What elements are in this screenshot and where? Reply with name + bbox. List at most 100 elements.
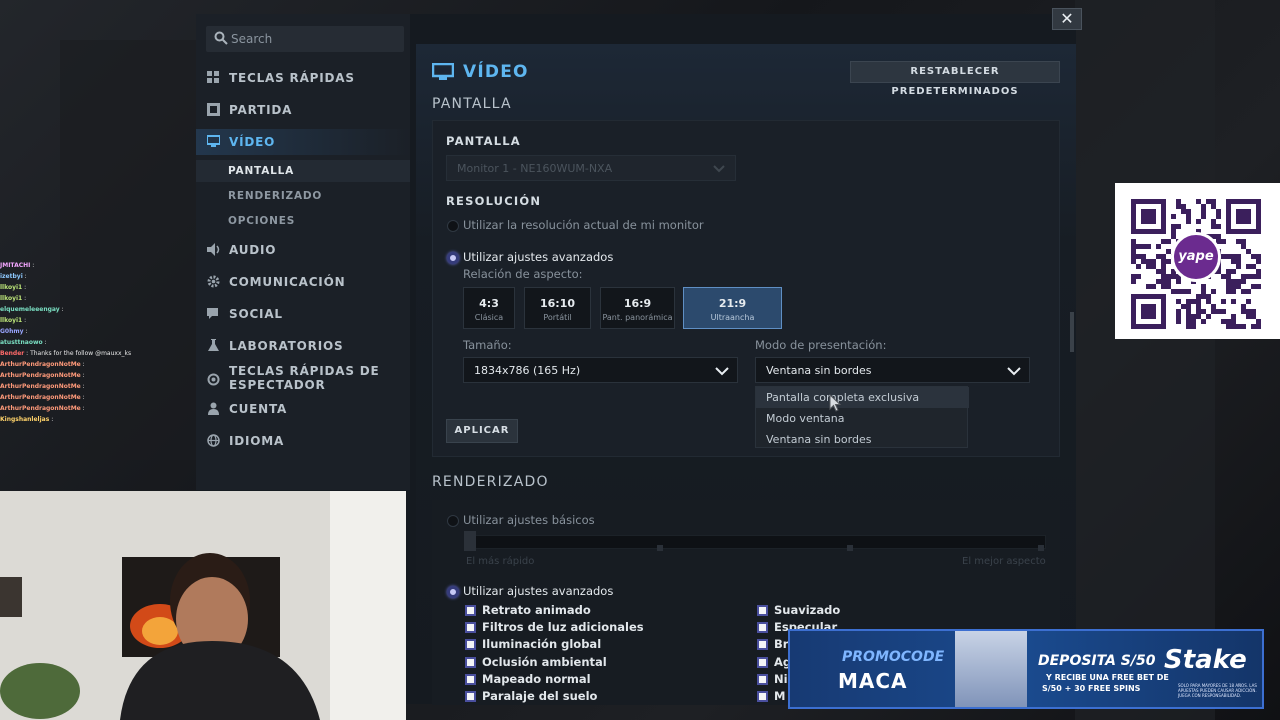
sidebar-subitem-renderizado[interactable]: RENDERIZADO [196,185,410,207]
ratio-16-9-button[interactable]: 16:9 Pant. panorámica [600,287,675,329]
chat-line: llkoyi1 : [0,284,27,291]
chat-user: ArthurPendragonNotMe [0,405,81,412]
speaker-icon [207,243,220,256]
banner-line2: S/50 + 30 FREE SPINS [1042,684,1141,693]
checkbox-label: Mapeado normal [482,672,591,686]
checkbox-label: Retrato animado [482,603,591,617]
option-label: Ventana sin bordes [766,433,872,446]
checkbox[interactable] [757,605,768,616]
banner-line1: Y RECIBE UNA FREE BET DE [1046,673,1169,682]
chat-line: llkoyi1 : [0,295,27,302]
quality-slider[interactable] [466,535,1046,549]
checkbox[interactable] [465,674,476,685]
webcam-scene [0,491,406,720]
sidebar-item-labs[interactable]: LABORATORIOS [196,333,410,359]
checkbox[interactable] [757,639,768,650]
chat-line: ArthurPendragonNotMe : [0,405,85,412]
ratio-caption: Clásica [474,313,504,322]
ratio-16-10-button[interactable]: 16:10 Portátil [524,287,591,329]
size-select-value: 1834x786 (165 Hz) [474,364,581,377]
sidebar-item-communication[interactable]: COMUNICACIÓN [196,269,410,295]
sidebar-item-label: AUDIO [229,243,277,257]
sidebar-item-label: PARTIDA [229,103,293,117]
radio-basic-render-label: Utilizar ajustes básicos [463,513,595,527]
search-placeholder: Search [231,32,273,46]
chat-user: llkoyi1 [0,284,23,291]
scrollbar[interactable] [1070,312,1074,352]
sidebar-subitem-pantalla[interactable]: PANTALLA [196,160,410,182]
sidebar-subitem-label: OPCIONES [228,215,296,227]
quality-slider-thumb[interactable] [464,531,476,551]
search-icon [214,31,228,45]
sidebar-item-label: VÍDEO [229,135,276,149]
radio-advanced-render-label: Utilizar ajustes avanzados [463,584,614,598]
ratio-value: 16:9 [623,297,652,310]
radio-current-resolution[interactable] [447,220,459,232]
size-select[interactable]: 1834x786 (165 Hz) [463,357,738,383]
sidebar-item-account[interactable]: CUENTA [196,396,410,422]
display-mode-option[interactable]: Ventana sin bordes [756,429,969,450]
sidebar-item-audio[interactable]: AUDIO [196,237,410,263]
display-mode-dropdown: Pantalla completa exclusiva Modo ventana… [755,386,969,450]
sidebar-item-video[interactable]: VÍDEO [196,129,410,155]
sidebar-item-language[interactable]: IDIOMA [196,428,410,454]
checkbox-label: Br [774,637,789,651]
chat-line: JMITACHI : [0,262,35,269]
checkbox[interactable] [757,674,768,685]
chevron-down-icon [715,367,729,376]
ratio-21-9-button[interactable]: 21:9 Ultraancha [683,287,782,329]
chat-line: G0hmy : [0,328,28,335]
ratio-4-3-button[interactable]: 4:3 Clásica [463,287,515,329]
monitor-select[interactable]: Monitor 1 - NE160WUM-NXA [446,155,736,181]
spectator-icon [207,373,220,386]
radio-advanced-render[interactable] [447,586,459,598]
chat-icon [207,308,218,319]
sidebar-item-hotkeys[interactable]: TECLAS RÁPIDAS [196,65,410,91]
chat-line: llkoyi1 : [0,317,27,324]
chat-line: elquemeleeengay : [0,306,64,313]
chat-user: izetbyi [0,273,23,280]
page-title: VÍDEO [463,62,529,82]
grid-icon [207,71,219,83]
ratio-caption: Pant. panorámica [602,313,673,322]
banner-code: MACA [838,669,908,693]
monitor-select-value: Monitor 1 - NE160WUM-NXA [457,162,613,175]
chat-user: Bender [0,350,25,357]
checkbox[interactable] [757,691,768,702]
chat-user: ArthurPendragonNotMe [0,394,81,401]
checkbox[interactable] [465,605,476,616]
close-button[interactable]: ✕ [1052,8,1082,30]
checkbox[interactable] [465,691,476,702]
ratio-value: 4:3 [479,297,499,310]
slider-low-label: El más rápido [466,556,535,567]
sidebar-item-label: IDIOMA [229,434,285,448]
reset-defaults-button[interactable]: RESTABLECER PREDETERMINADOS [850,61,1060,97]
sidebar-item-social[interactable]: SOCIAL [196,301,410,327]
sidebar-item-spectator-hotkeys[interactable]: TECLAS RÁPIDAS DE ESPECTADOR [196,364,410,394]
checkbox-label: Iluminación global [482,637,602,651]
sidebar-item-label: SOCIAL [229,307,283,321]
sidebar-item-game[interactable]: PARTIDA [196,97,410,123]
checkbox[interactable] [465,639,476,650]
slider-high-label: El mejor aspecto [962,556,1046,567]
apply-button[interactable]: APLICAR [446,419,518,443]
size-label: Tamaño: [463,338,512,352]
display-mode-option[interactable]: Modo ventana [756,408,969,429]
ratio-caption: Ultraancha [710,313,755,322]
radio-advanced-resolution[interactable] [447,252,459,264]
display-mode-label: Modo de presentación: [755,338,887,352]
search-input[interactable]: Search [206,26,404,52]
sidebar-subitem-opciones[interactable]: OPCIONES [196,210,410,232]
chat-line: ArthurPendragonNotMe : [0,383,85,390]
ratio-caption: Portátil [543,313,572,322]
checkbox[interactable] [757,622,768,633]
chat-line: ArthurPendragonNotMe : [0,361,85,368]
checkbox[interactable] [465,657,476,668]
checkbox[interactable] [757,657,768,668]
checkbox[interactable] [465,622,476,633]
radio-basic-render[interactable] [447,515,459,527]
display-mode-select[interactable]: Ventana sin bordes [755,357,1030,383]
display-mode-option[interactable]: Pantalla completa exclusiva [756,387,969,408]
checkbox-label: M [774,689,786,703]
chat-user: ArthurPendragonNotMe [0,372,81,379]
